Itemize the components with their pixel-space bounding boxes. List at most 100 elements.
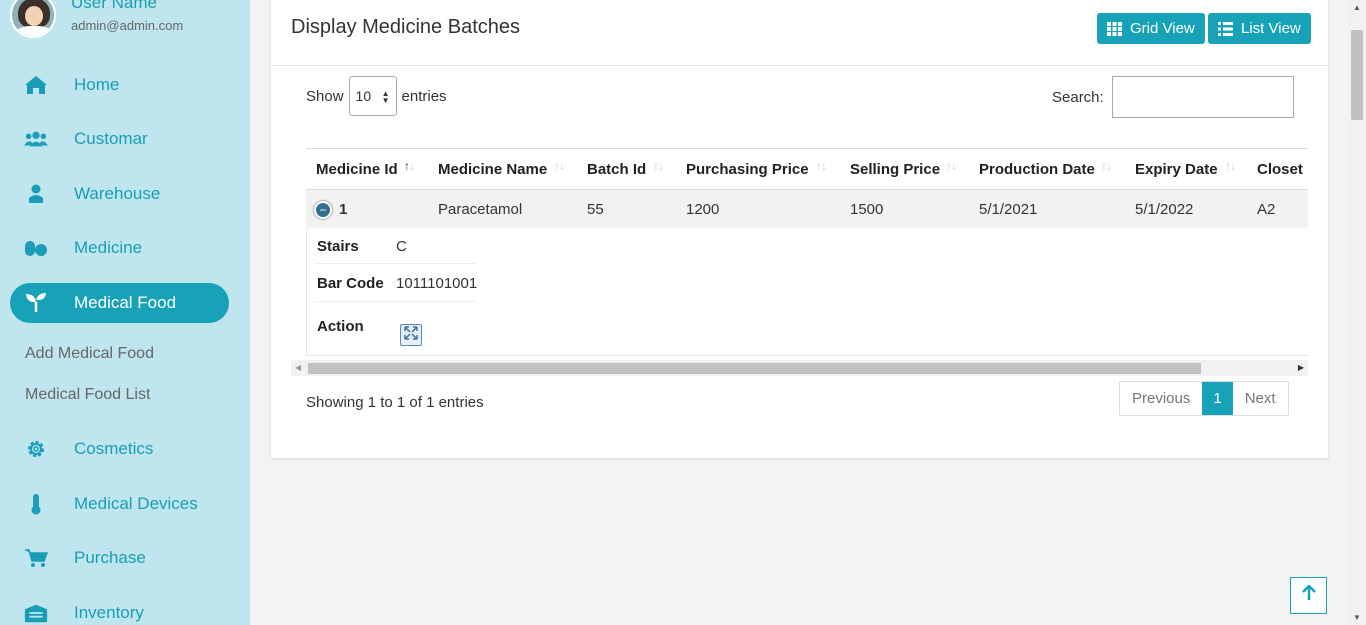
list-view-label: List View [1241, 20, 1301, 37]
sort-icon[interactable]: ↑↓ [554, 159, 565, 173]
horizontal-scrollbar[interactable]: ◀ ▶ [291, 360, 1308, 376]
cell-purchasing-price: 1200 [686, 201, 720, 218]
col-header-production-date[interactable]: Production Date [979, 161, 1095, 178]
scroll-up-icon[interactable]: ▲ [1353, 3, 1361, 12]
scroll-left-icon[interactable]: ◀ [295, 363, 301, 372]
entries-length-control: Show 10 ▲ ▼ entries [306, 76, 447, 116]
scroll-right-icon[interactable]: ▶ [1298, 363, 1304, 372]
search-input[interactable] [1111, 76, 1294, 118]
user-name: User Name [71, 0, 157, 12]
sidebar-item-purchase[interactable]: Purchase [10, 538, 229, 578]
next-page-button[interactable]: Next [1233, 382, 1288, 415]
col-header-purchasing-price[interactable]: Purchasing Price [686, 161, 809, 178]
pills-icon [24, 237, 48, 259]
table-info: Showing 1 to 1 of 1 entries [306, 394, 484, 411]
sidebar-item-label: Inventory [74, 603, 144, 622]
scrollbar-thumb[interactable] [308, 363, 1201, 374]
detail-value: C [396, 238, 407, 255]
grid-icon [1107, 21, 1122, 36]
sidebar-item-label: Purchase [74, 548, 146, 567]
sidebar-item-cosmetics[interactable]: Cosmetics [10, 429, 229, 469]
thermometer-icon [24, 493, 48, 515]
col-header-expiry-date[interactable]: Expiry Date [1135, 161, 1218, 178]
sidebar-item-label: Cosmetics [74, 439, 154, 458]
detail-row-action: Action [314, 302, 476, 346]
cart-icon [24, 547, 48, 569]
sidebar-item-home[interactable]: Home [10, 65, 229, 105]
cell-medicine-id: 1 [339, 201, 348, 218]
sidebar-item-label: Medicine [74, 238, 143, 257]
sort-icon[interactable]: ↑↓ [653, 159, 664, 173]
avatar [10, 0, 56, 38]
row-details: Stairs C Bar Code 1011101001 Action [306, 228, 1308, 356]
previous-page-button[interactable]: Previous [1120, 382, 1202, 415]
cell-selling-price: 1500 [850, 201, 884, 218]
page-1-button[interactable]: 1 [1202, 382, 1233, 415]
user-email: admin@admin.com [71, 18, 184, 33]
table-row[interactable]: − 1 Paracetamol 55 1200 1500 5/1/2021 5/… [306, 190, 1308, 228]
page-scrollbar[interactable]: ▲ ▼ [1349, 0, 1366, 625]
sidebar: User Name admin@admin.com Home Customar … [0, 0, 250, 625]
gear-icon [24, 438, 48, 460]
sidebar-subitem-medical-food-list[interactable]: Medical Food List [25, 386, 150, 404]
list-view-button[interactable]: List View [1208, 13, 1311, 44]
sidebar-item-medical-devices[interactable]: Medical Devices [10, 484, 229, 524]
entries-select-value: 10 [355, 88, 372, 104]
list-icon [1218, 21, 1233, 36]
page-title: Display Medicine Batches [291, 16, 520, 38]
col-header-medicine-name[interactable]: Medicine Name [438, 161, 547, 178]
users-icon [24, 128, 48, 150]
detail-row-stairs: Stairs C [314, 228, 476, 264]
sort-icon[interactable]: ↑↓ [1101, 159, 1112, 173]
entries-label: entries [401, 87, 447, 105]
detail-label: Bar Code [317, 275, 384, 292]
cell-production-date: 5/1/2021 [979, 201, 1038, 218]
search-label: Search: [1052, 88, 1104, 106]
cell-medicine-name: Paracetamol [438, 201, 523, 218]
sidebar-subitem-add-medical-food[interactable]: Add Medical Food [25, 345, 154, 363]
sort-icon[interactable]: ↑↓ [946, 159, 957, 173]
expand-icon [404, 325, 418, 345]
user-profile: User Name admin@admin.com [10, 0, 183, 38]
show-label: Show [306, 87, 344, 105]
sort-icon[interactable]: ↑↓ [1225, 159, 1236, 173]
back-to-top-button[interactable] [1290, 577, 1327, 614]
sidebar-item-customer[interactable]: Customar [10, 119, 229, 159]
select-arrows-icon: ▲ ▼ [381, 89, 390, 105]
cell-expiry-date: 5/1/2022 [1135, 201, 1194, 218]
col-header-selling-price[interactable]: Selling Price [850, 161, 940, 178]
sidebar-item-label: Home [74, 75, 120, 94]
detail-row-barcode: Bar Code 1011101001 [314, 264, 477, 302]
home-icon [24, 74, 48, 96]
col-header-medicine-id[interactable]: Medicine Id [316, 161, 398, 178]
entries-select[interactable]: 10 ▲ ▼ [348, 76, 397, 116]
batches-card: Display Medicine Batches Grid View List … [271, 0, 1328, 458]
sidebar-item-label: Customar [74, 129, 148, 148]
col-header-batch-id[interactable]: Batch Id [587, 161, 646, 178]
detail-label: Stairs [317, 238, 359, 255]
table-header: Medicine Id ↑↓ Medicine Name ↑↓ Batch Id… [306, 148, 1308, 190]
cell-closet: A2 [1257, 201, 1276, 218]
seedling-icon [24, 292, 48, 314]
expand-button[interactable] [400, 324, 422, 346]
col-header-closet[interactable]: Closet [1257, 161, 1303, 178]
sidebar-item-warehouse[interactable]: Warehouse [10, 174, 229, 214]
grid-view-label: Grid View [1130, 20, 1195, 37]
sidebar-item-label: Warehouse [74, 184, 161, 203]
sidebar-item-medical-food[interactable]: Medical Food [10, 283, 229, 323]
sidebar-item-label: Medical Food [74, 293, 177, 312]
card-header: Display Medicine Batches Grid View List … [271, 0, 1328, 66]
pagination: Previous 1 Next [1119, 381, 1289, 416]
search-control: Search: [1052, 76, 1294, 118]
grid-view-button[interactable]: Grid View [1097, 13, 1205, 44]
scroll-down-icon[interactable]: ▼ [1353, 613, 1361, 622]
sidebar-item-label: Medical Devices [74, 494, 198, 513]
collapse-row-icon[interactable]: − [314, 201, 332, 219]
arrow-up-icon [1301, 584, 1316, 606]
sort-icon[interactable]: ↑↓ [816, 159, 827, 173]
sort-icon[interactable]: ↑↓ [404, 159, 415, 173]
page-scrollbar-thumb[interactable] [1351, 30, 1363, 120]
sidebar-item-medicine[interactable]: Medicine [10, 228, 229, 268]
sidebar-item-inventory[interactable]: Inventory [10, 593, 229, 625]
cell-batch-id: 55 [587, 201, 604, 218]
